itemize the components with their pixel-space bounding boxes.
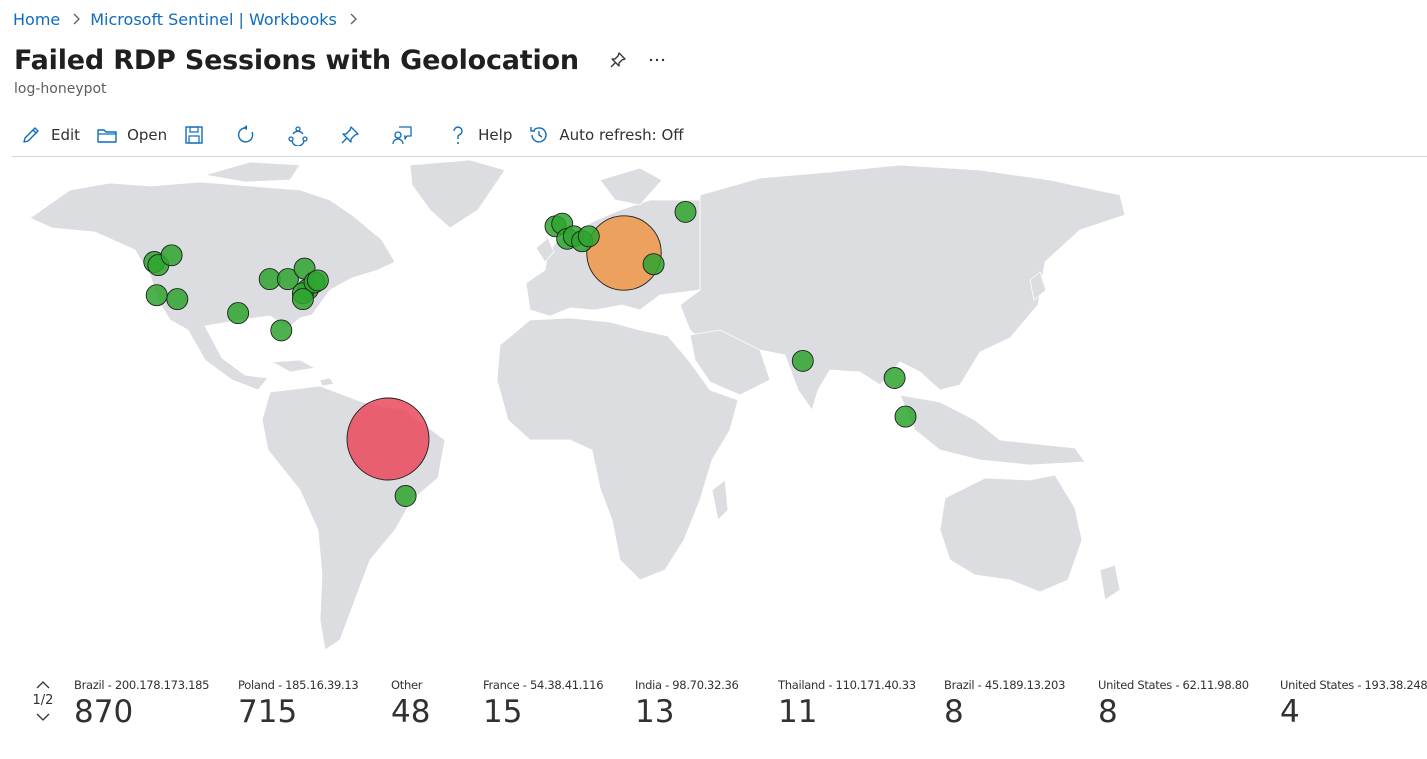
tile-label: Poland - 185.16.39.13 [238,678,359,692]
map-marker[interactable] [674,200,697,223]
help-label: Help [478,126,513,144]
map-marker[interactable] [883,367,906,389]
map-marker[interactable] [306,269,329,292]
map-marker[interactable] [227,302,250,325]
edit-icon [23,127,39,143]
map-marker[interactable] [346,397,430,481]
tile-label: Brazil - 200.178.173.185 [74,678,210,692]
tile-label: United States - 62.11.98.80 [1098,678,1249,692]
map-marker[interactable] [394,485,417,507]
pin-dashboard-button[interactable] [331,118,369,152]
tile[interactable]: India - 98.70.32.36 13 [635,678,739,730]
chevron-up-icon[interactable] [34,678,52,692]
map-marker[interactable] [894,405,917,428]
tile-strip: 1/2 Brazil - 200.178.173.185 870 Poland … [0,670,1427,750]
tile-value: 48 [391,694,431,730]
edit-button[interactable]: Edit [12,118,88,152]
tile-pager: 1/2 [30,678,56,738]
feedback-icon [392,126,412,145]
tile-value: 8 [1098,694,1118,730]
auto-refresh-button[interactable]: Auto refresh: Off [520,118,691,152]
map-marker[interactable] [160,244,183,267]
map-marker[interactable] [586,215,662,291]
share-icon [288,126,308,146]
tile[interactable]: Brazil - 200.178.173.185 870 [74,678,209,730]
map-marker[interactable] [270,319,293,342]
map-marker[interactable] [642,253,665,276]
map-marker[interactable] [577,225,600,248]
page-indicator: 1/2 [32,693,54,708]
tile-label: India - 98.70.32.36 [635,678,739,692]
tile-value: 15 [483,694,523,730]
save-icon [185,126,203,144]
tile[interactable]: United States - 193.38.248.... 4 [1280,678,1427,730]
chevron-right-icon [348,12,358,26]
edit-label: Edit [51,126,81,144]
breadcrumb-workbooks-link[interactable]: Microsoft Sentinel | Workbooks [90,10,337,29]
tile-value: 870 [74,694,134,730]
tile[interactable]: France - 54.38.41.116 15 [483,678,604,730]
title-row: Failed RDP Sessions with Geolocation [14,42,669,78]
command-bar: Edit Open Help Auto refresh: Off [12,118,692,152]
history-icon [530,127,548,143]
tile-label: United States - 193.38.248.... [1280,678,1427,692]
map-marker[interactable] [291,288,314,311]
share-button[interactable] [279,118,317,152]
help-button[interactable]: Help [439,118,520,152]
tile[interactable]: United States - 62.11.98.80 8 [1098,678,1249,730]
save-button[interactable] [175,118,213,152]
chevron-right-icon [71,12,81,26]
tile[interactable]: Poland - 185.16.39.13 715 [238,678,359,730]
tile-value: 4 [1280,694,1300,730]
tile-label: Brazil - 45.189.13.203 [944,678,1066,692]
world-map [29,159,1126,651]
map-marker[interactable] [145,284,168,307]
map-marker[interactable] [166,288,189,311]
resource-subtitle: log-honeypot [14,81,107,97]
help-icon [453,126,463,144]
pin-icon [341,126,359,144]
map-visualization[interactable] [0,157,1427,662]
breadcrumb-home-link[interactable]: Home [13,10,60,29]
tile-value: 715 [238,694,298,730]
more-options-icon[interactable] [645,49,669,71]
tile-label: Other [391,678,423,692]
tile-value: 8 [944,694,964,730]
feedback-button[interactable] [383,118,421,152]
breadcrumb: Home Microsoft Sentinel | Workbooks [13,8,367,30]
map-marker[interactable] [791,349,814,372]
tile-value: 13 [635,694,675,730]
auto-refresh-label: Auto refresh: Off [559,126,684,144]
tile-value: 11 [778,694,818,730]
tile-label: Thailand - 110.171.40.33 [778,678,916,692]
open-label: Open [127,126,168,144]
refresh-button[interactable] [227,118,265,152]
open-button[interactable]: Open [88,118,175,152]
tile[interactable]: Other 48 [391,678,430,730]
tile[interactable]: Brazil - 45.189.13.203 8 [944,678,1065,730]
chevron-down-icon[interactable] [34,710,52,724]
tile-label: France - 54.38.41.116 [483,678,604,692]
page-title: Failed RDP Sessions with Geolocation [14,44,579,76]
open-folder-icon [97,129,117,143]
tile[interactable]: Thailand - 110.171.40.33 11 [778,678,916,730]
refresh-icon [238,125,254,143]
pin-icon[interactable] [607,49,629,71]
